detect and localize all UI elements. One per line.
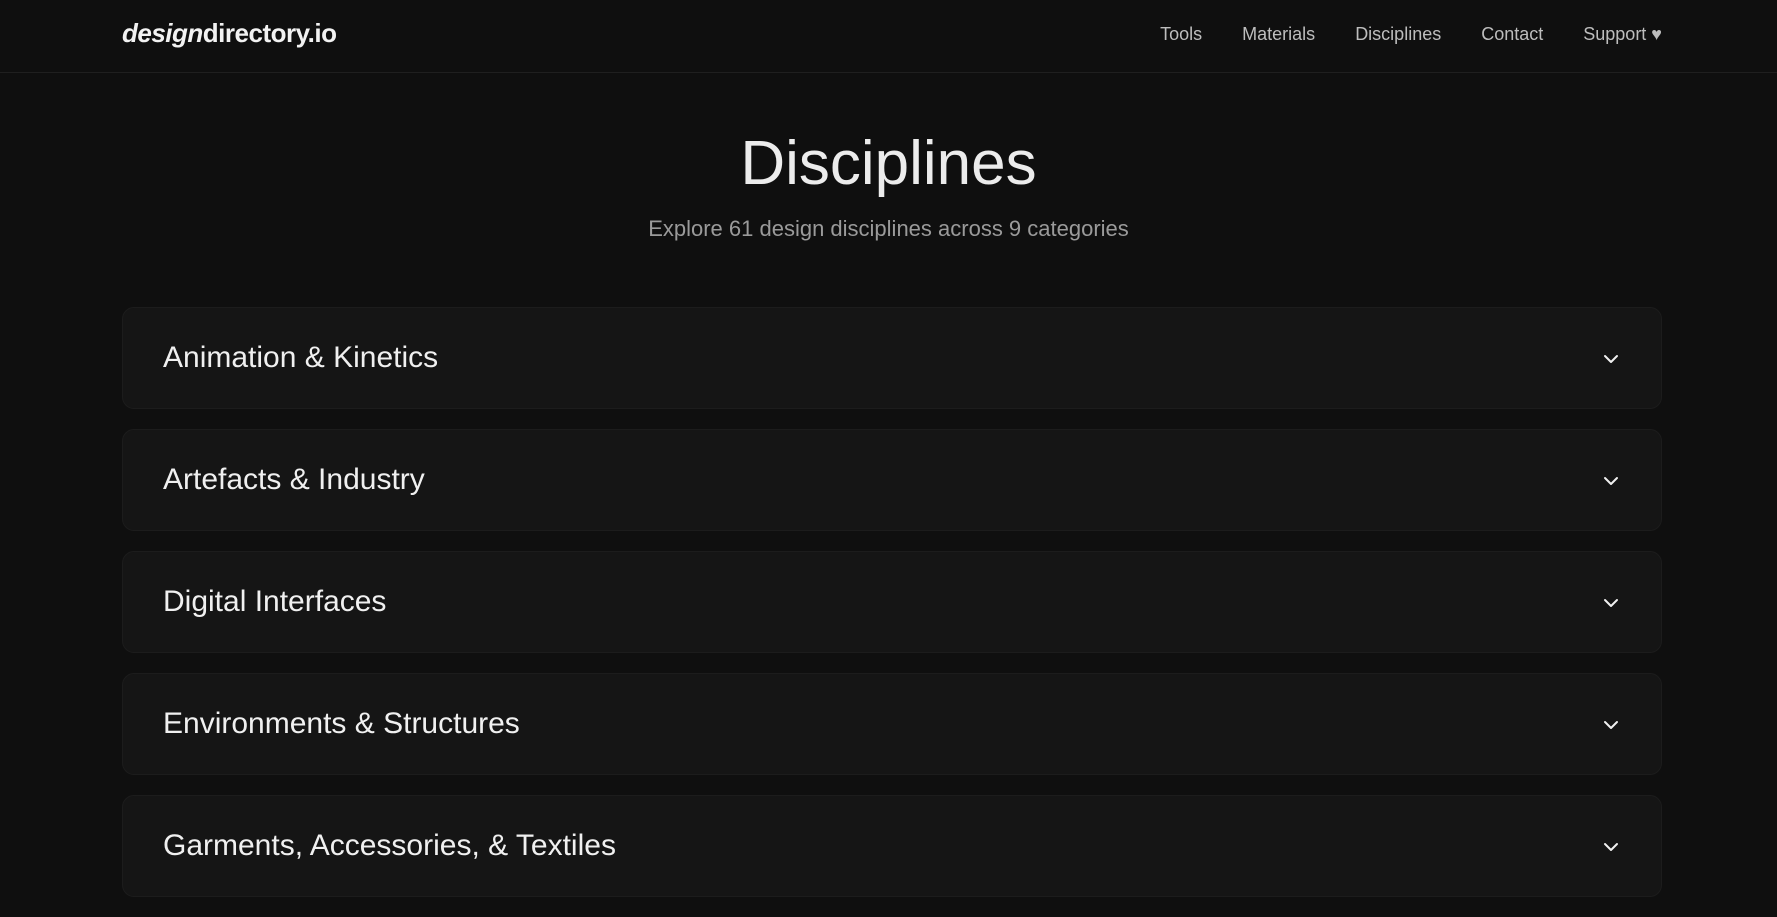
site-header: designdirectory.io Tools Materials Disci… [0,0,1777,73]
nav-materials[interactable]: Materials [1242,24,1315,45]
category-artefacts-industry[interactable]: Artefacts & Industry [122,429,1662,531]
nav-disciplines[interactable]: Disciplines [1355,24,1441,45]
category-digital-interfaces[interactable]: Digital Interfaces [122,551,1662,653]
category-title: Digital Interfaces [163,585,387,618]
category-title: Artefacts & Industry [163,463,425,496]
category-title: Garments, Accessories, & Textiles [163,829,616,862]
category-accordion: Animation & Kinetics Artefacts & Industr… [122,307,1662,917]
chevron-down-icon[interactable] [1601,349,1621,369]
logo-directory-text: directory.io [202,18,337,48]
page-title: Disciplines [740,129,1037,198]
site-logo[interactable]: designdirectory.io [122,18,337,49]
nav-contact[interactable]: Contact [1481,24,1543,45]
nav-tools[interactable]: Tools [1160,24,1202,45]
category-garments-accessories-textiles[interactable]: Garments, Accessories, & Textiles [122,795,1662,897]
logo-design-text: design [122,18,203,48]
category-environments-structures[interactable]: Environments & Structures [122,673,1662,775]
chevron-down-icon[interactable] [1601,837,1621,857]
nav-support[interactable]: Support ♥ [1583,24,1662,45]
chevron-down-icon[interactable] [1601,715,1621,735]
page-subtitle: Explore 61 design disciplines across 9 c… [648,216,1129,241]
main-nav: Tools Materials Disciplines Contact Supp… [1160,24,1662,45]
chevron-down-icon[interactable] [1601,593,1621,613]
chevron-down-icon[interactable] [1601,471,1621,491]
category-animation-kinetics[interactable]: Animation & Kinetics [122,307,1662,409]
category-title: Environments & Structures [163,707,520,740]
category-title: Animation & Kinetics [163,341,439,374]
